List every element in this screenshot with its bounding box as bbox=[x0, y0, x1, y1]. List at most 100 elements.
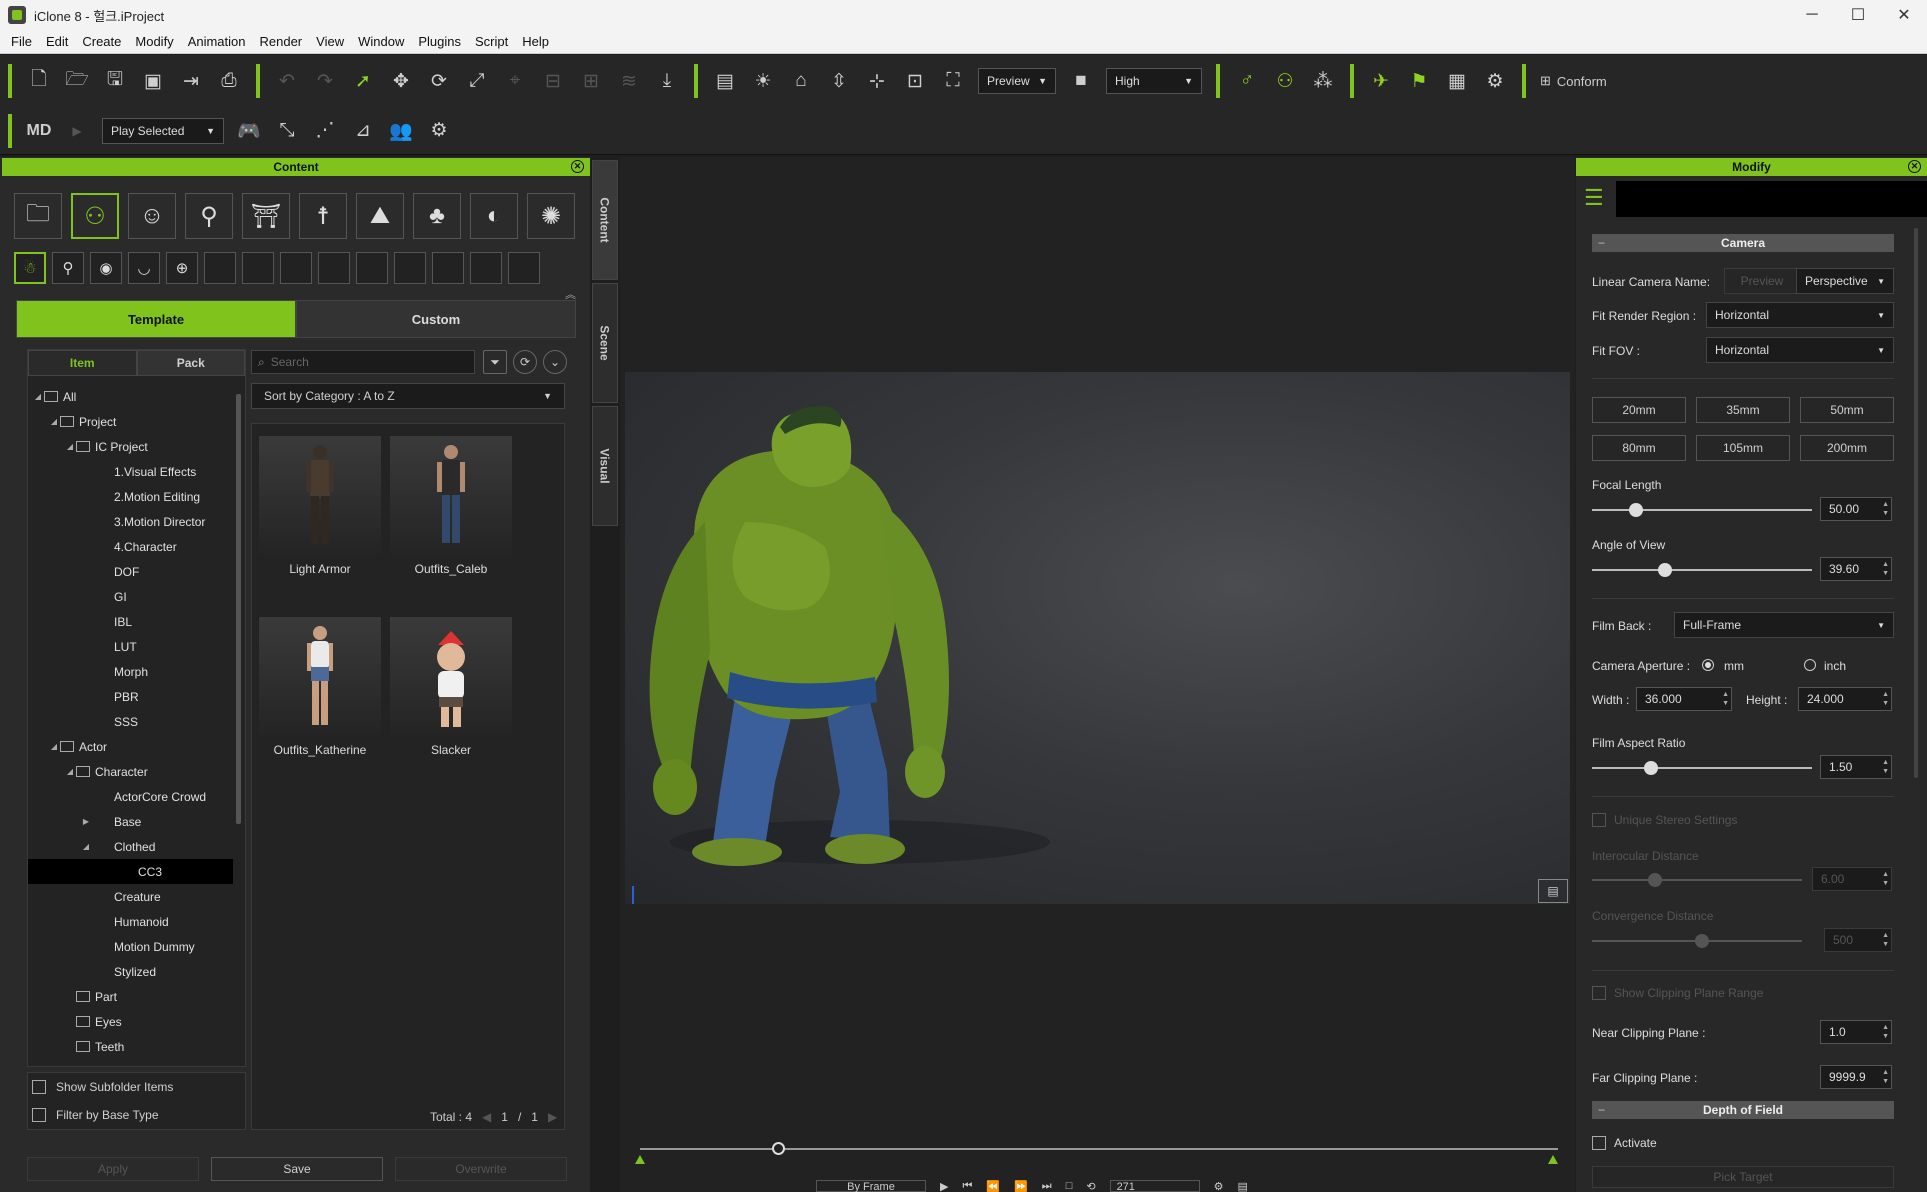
move-icon[interactable]: ✥ bbox=[384, 64, 418, 98]
tree-item[interactable]: GI bbox=[28, 584, 233, 609]
sort-dropdown[interactable]: Sort by Category : A to Z ▼ bbox=[251, 383, 565, 409]
checkbox-box[interactable] bbox=[32, 1108, 46, 1122]
menu-create[interactable]: Create bbox=[79, 34, 124, 49]
redo-icon[interactable]: ↷ bbox=[308, 64, 342, 98]
group-icon[interactable]: 👥 bbox=[384, 114, 418, 148]
tree-item[interactable]: 1.Visual Effects bbox=[28, 459, 233, 484]
spin-arrows[interactable]: ▲ ▼ bbox=[1882, 1023, 1889, 1041]
menu-file[interactable]: File bbox=[8, 34, 35, 49]
tree-category-icon[interactable]: ♣ bbox=[413, 193, 461, 239]
tree-item[interactable]: ◢ Actor bbox=[28, 734, 233, 759]
undo-icon[interactable]: ↶ bbox=[270, 64, 304, 98]
tree-item[interactable]: 3.Motion Director bbox=[28, 509, 233, 534]
filter-base-type-checkbox[interactable]: Filter by Base Type bbox=[28, 1101, 245, 1129]
new-project-icon[interactable]: 🗋 bbox=[22, 64, 56, 98]
clipboard-icon[interactable]: ▦ bbox=[1440, 64, 1474, 98]
filter-icon[interactable]: ⏷ bbox=[483, 350, 507, 374]
empty-slot[interactable] bbox=[470, 252, 502, 284]
spin-arrows[interactable]: ▲ ▼ bbox=[1882, 931, 1889, 949]
minimize-button[interactable]: ─ bbox=[1789, 0, 1835, 30]
prev-page-icon[interactable]: ◀ bbox=[482, 1110, 491, 1124]
pick-target-button[interactable]: Pick Target bbox=[1592, 1166, 1894, 1188]
empty-slot[interactable] bbox=[318, 252, 350, 284]
drop-to-floor-icon[interactable]: ⤓ bbox=[650, 64, 684, 98]
save-icon[interactable]: 🖫 bbox=[98, 64, 132, 98]
distribute-icon[interactable]: ⊞ bbox=[574, 64, 608, 98]
item-thumbnail[interactable]: Outfits_Katherine bbox=[259, 617, 381, 757]
usd-export-icon[interactable]: ⎙ bbox=[212, 64, 246, 98]
preview-icon[interactable]: ▣ bbox=[136, 64, 170, 98]
eye-sub-icon[interactable]: ◉ bbox=[90, 252, 122, 284]
spin-arrows[interactable]: ▲ ▼ bbox=[1882, 1068, 1889, 1086]
tree-item[interactable]: Motion Dummy bbox=[28, 934, 233, 959]
link-icon[interactable]: ⚙ bbox=[1478, 64, 1512, 98]
slider-knob[interactable] bbox=[1648, 873, 1662, 887]
tree-item[interactable]: ◢ Clothed bbox=[28, 834, 233, 859]
tab-template[interactable]: Template bbox=[16, 300, 296, 338]
tree-toggle-icon[interactable]: ◢ bbox=[64, 767, 76, 776]
interocular-slider[interactable] bbox=[1592, 873, 1802, 887]
tree-item[interactable]: Teeth bbox=[28, 1034, 233, 1059]
head-category-icon[interactable]: ☺ bbox=[128, 193, 176, 239]
close-panel-icon[interactable]: ✕ bbox=[1908, 160, 1921, 173]
apply-button[interactable]: Apply bbox=[27, 1157, 199, 1181]
tree-item[interactable]: PBR bbox=[28, 684, 233, 709]
open-icon[interactable]: 🗁 bbox=[60, 64, 94, 98]
sliders-icon[interactable]: ☰ bbox=[1584, 185, 1604, 211]
stage-category-icon[interactable]: ⛰ bbox=[356, 193, 404, 239]
preview-button[interactable]: Preview bbox=[1724, 268, 1800, 294]
film-back-dropdown[interactable]: Full-Frame ▼ bbox=[1674, 612, 1894, 638]
menu-script[interactable]: Script bbox=[472, 34, 511, 49]
slider-knob[interactable] bbox=[1695, 934, 1709, 948]
modify-scrollbar[interactable] bbox=[1914, 228, 1918, 778]
render-region-icon[interactable]: ⛶ bbox=[936, 64, 970, 98]
settings-icon[interactable]: ⚙ bbox=[1214, 1180, 1224, 1192]
height-field[interactable]: 24.000 ▲ ▼ bbox=[1798, 687, 1892, 711]
convergence-slider[interactable] bbox=[1592, 934, 1802, 948]
tree-item[interactable]: ◢ Project bbox=[28, 409, 233, 434]
menu-animation[interactable]: Animation bbox=[185, 34, 249, 49]
empty-slot[interactable] bbox=[242, 252, 274, 284]
interocular-field[interactable]: 6.00 ▲ ▼ bbox=[1812, 867, 1892, 891]
camera-fit-icon[interactable]: ⊡ bbox=[898, 64, 932, 98]
media-category-icon[interactable]: ◐ bbox=[470, 193, 518, 239]
fit-render-region-dropdown[interactable]: Horizontal ▼ bbox=[1706, 302, 1894, 328]
3d-scene[interactable] bbox=[625, 372, 1570, 904]
waypoint-icon[interactable]: ⋰ bbox=[308, 114, 342, 148]
play-mode-dropdown[interactable]: Play Selected ▼ bbox=[102, 117, 224, 144]
rotate-icon[interactable]: ⟳ bbox=[422, 64, 456, 98]
focal-length-slider[interactable] bbox=[1592, 503, 1812, 517]
play-icon[interactable]: ▶ bbox=[60, 114, 94, 148]
empty-slot[interactable] bbox=[508, 252, 540, 284]
comment-icon[interactable]: ▤ bbox=[1538, 879, 1568, 903]
angle-of-view-field[interactable]: 39.60 ▲ ▼ bbox=[1820, 557, 1892, 581]
empty-slot[interactable] bbox=[356, 252, 388, 284]
teeth-sub-icon[interactable]: ◡ bbox=[128, 252, 160, 284]
item-thumbnail[interactable]: Light Armor bbox=[259, 436, 381, 576]
tree-toggle-icon[interactable]: ◢ bbox=[80, 842, 92, 851]
spin-arrows[interactable]: ▲ ▼ bbox=[1882, 870, 1889, 888]
motion-key-icon[interactable]: ♂ bbox=[1230, 64, 1264, 98]
tree-item[interactable]: 2.Motion Editing bbox=[28, 484, 233, 509]
character-sub-icon[interactable]: ☃ bbox=[14, 252, 46, 284]
empty-slot[interactable] bbox=[280, 252, 312, 284]
quality-dropdown[interactable]: High ▼ bbox=[1106, 68, 1202, 94]
motion-category-icon[interactable]: ☨ bbox=[299, 193, 347, 239]
spin-arrows[interactable]: ▲ ▼ bbox=[1882, 690, 1889, 708]
tab-custom[interactable]: Custom bbox=[296, 300, 576, 338]
tab-visual-side[interactable]: Visual bbox=[592, 406, 618, 526]
close-panel-icon[interactable]: ✕ bbox=[571, 160, 584, 173]
folder-category-icon[interactable]: 🗀 bbox=[14, 193, 62, 239]
tree-toggle-icon[interactable]: ◢ bbox=[32, 392, 44, 401]
tree-item[interactable]: ◢ IC Project bbox=[28, 434, 233, 459]
actor-category-icon[interactable]: ⚇ bbox=[71, 193, 119, 239]
spin-arrows[interactable]: ▲ ▼ bbox=[1882, 500, 1889, 518]
fit-vertical-icon[interactable]: ⇳ bbox=[822, 64, 856, 98]
tree-item[interactable]: IBL bbox=[28, 609, 233, 634]
export-icon[interactable]: ⇥ bbox=[174, 64, 208, 98]
slider-knob[interactable] bbox=[1629, 503, 1643, 517]
tree-item[interactable]: Eyes bbox=[28, 1009, 233, 1034]
menu-modify[interactable]: Modify bbox=[132, 34, 176, 49]
item-thumbnail[interactable]: Slacker bbox=[390, 617, 512, 757]
search-input[interactable]: ⌕ Search bbox=[251, 350, 475, 374]
